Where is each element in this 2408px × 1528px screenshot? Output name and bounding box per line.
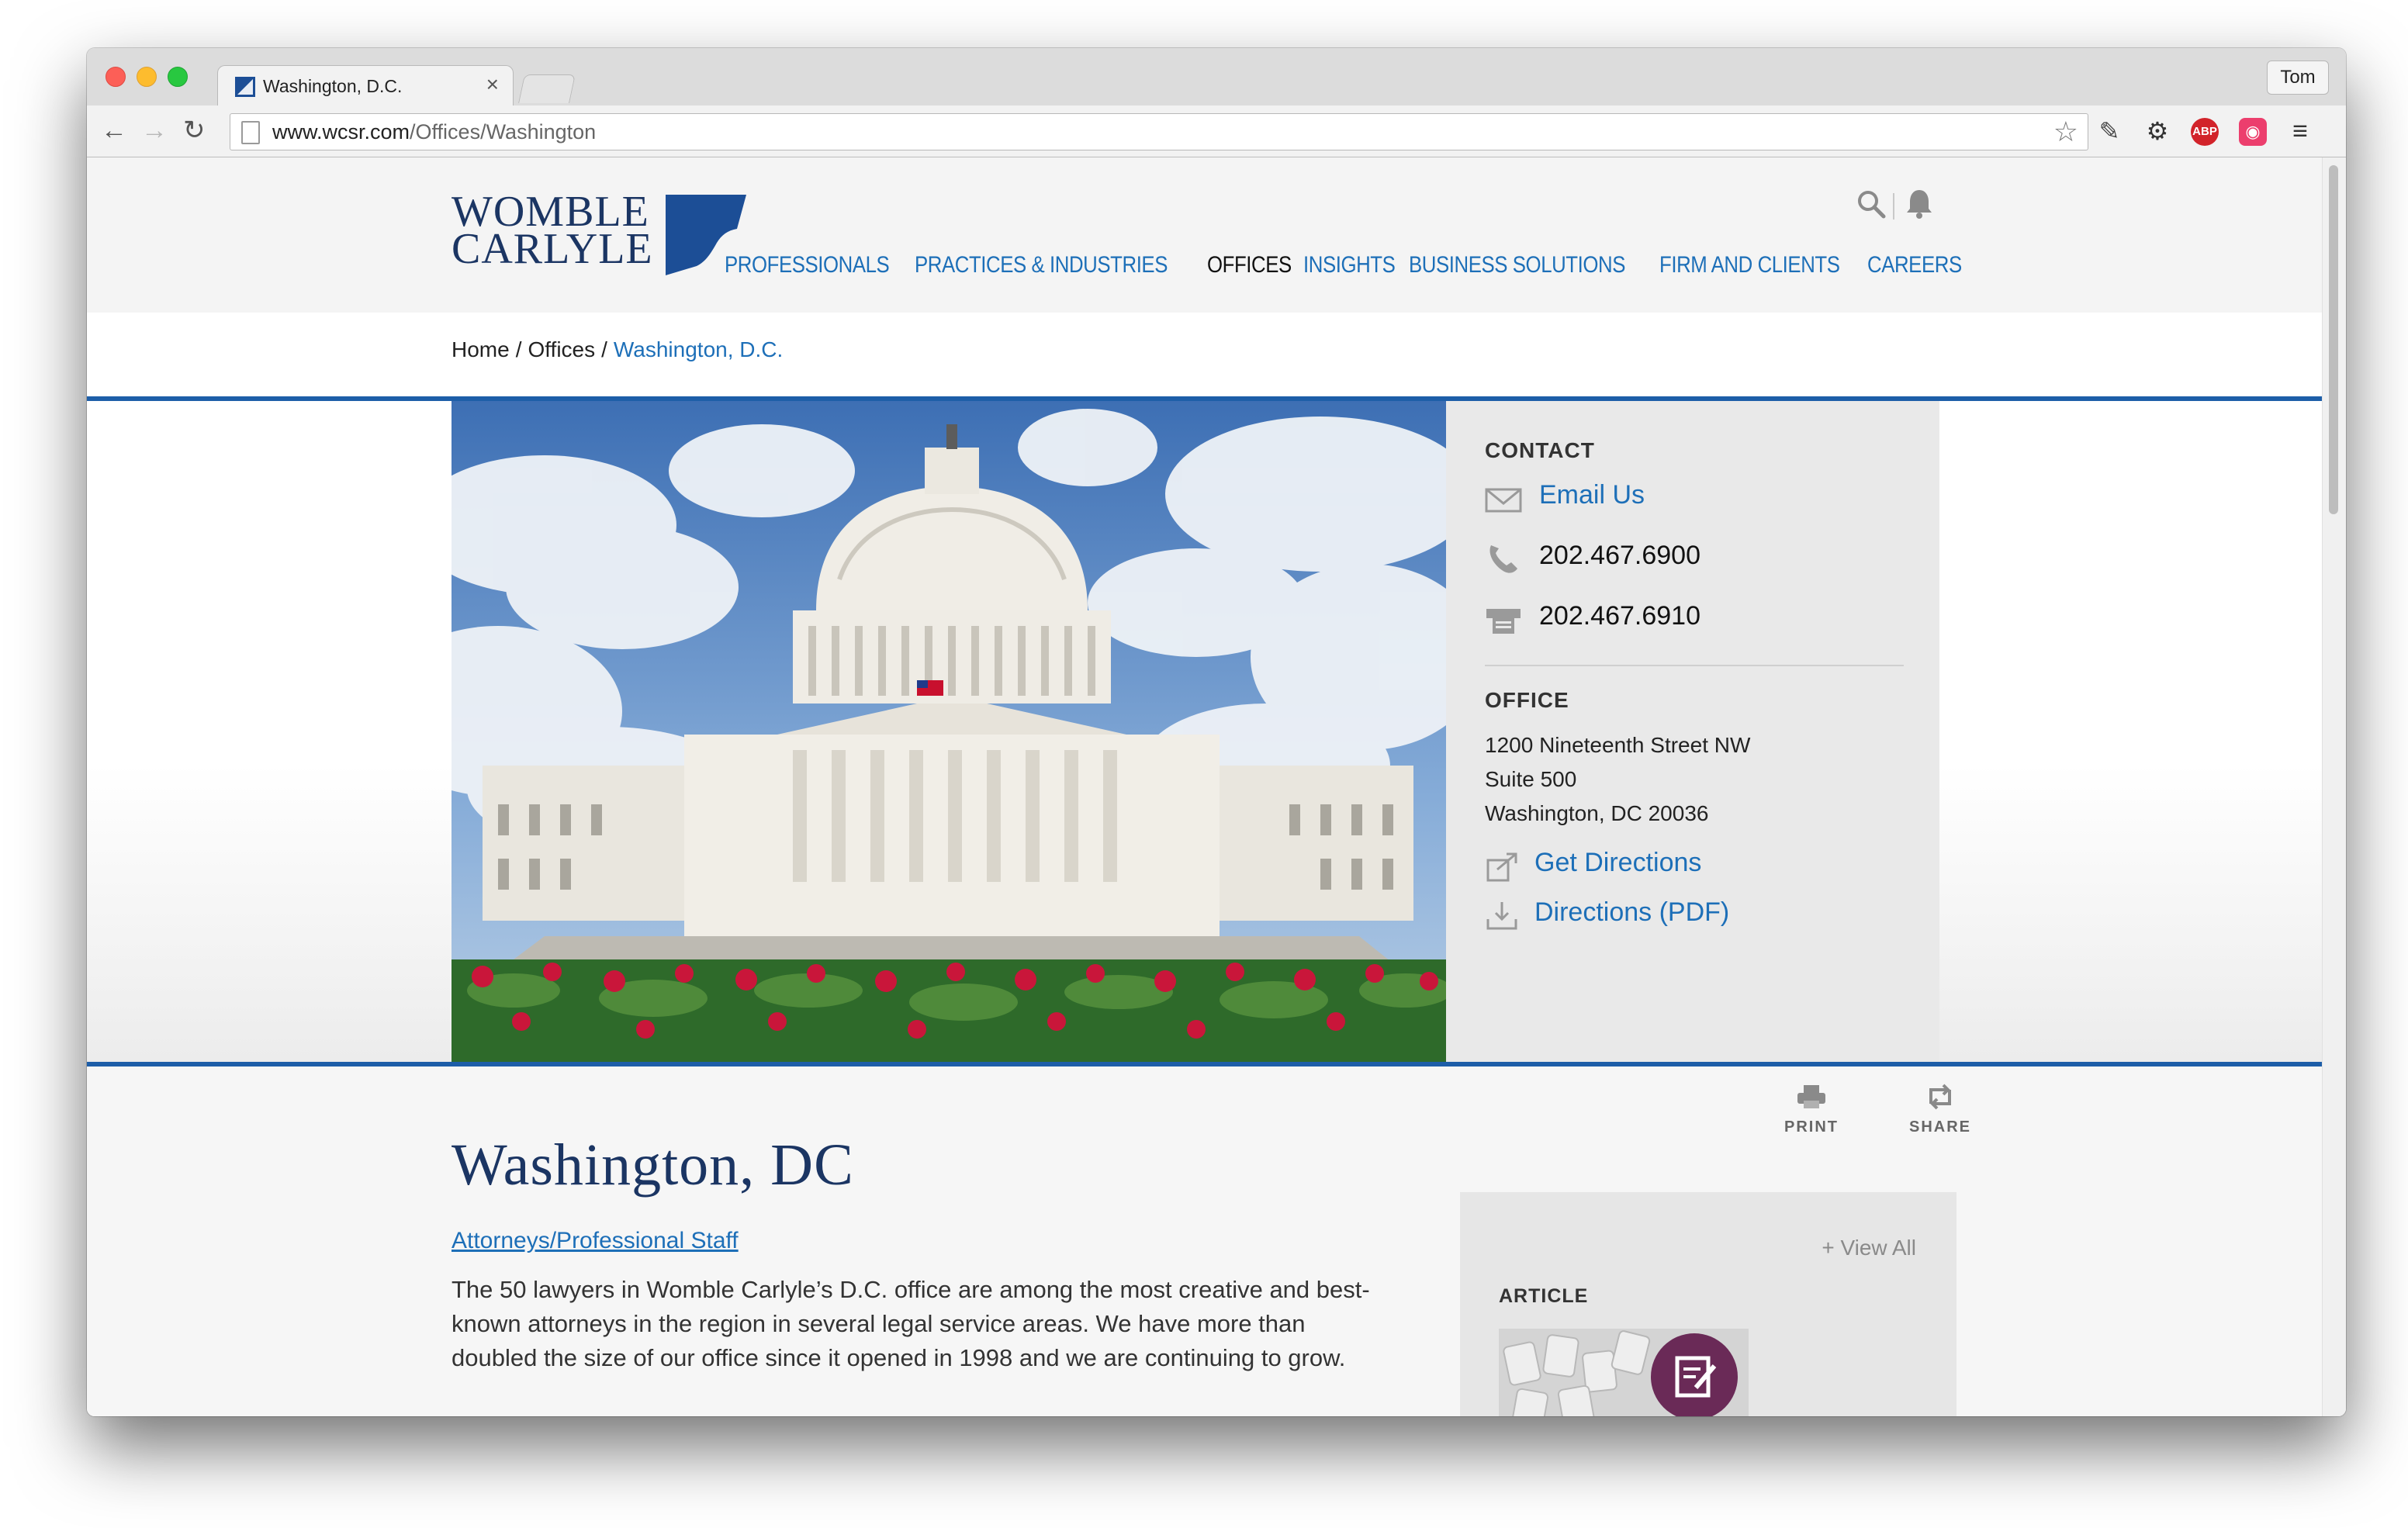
logo-line2: CARLYLE xyxy=(452,225,653,273)
logo-wordmark: WOMBLE CARLYLE xyxy=(452,190,653,273)
phone-icon xyxy=(1489,545,1517,573)
article-heading: ARTICLE xyxy=(1499,1285,1589,1307)
office-heading: OFFICE xyxy=(1485,688,1569,712)
header-icon-divider xyxy=(1893,193,1894,220)
address-line2: Suite 500 xyxy=(1485,767,1577,791)
eyedropper-icon[interactable]: ✎ xyxy=(2096,118,2123,144)
download-icon xyxy=(1486,902,1517,930)
print-tool[interactable]: PRINT xyxy=(1777,1084,1846,1136)
page-icon xyxy=(241,121,260,144)
attorneys-staff-link[interactable]: Attorneys/Professional Staff xyxy=(452,1228,739,1254)
browser-tab[interactable]: Washington, D.C. × xyxy=(217,65,514,106)
view-all-link[interactable]: + View All xyxy=(1822,1236,1916,1260)
breadcrumb-home[interactable]: Home xyxy=(452,337,510,361)
email-us-link[interactable]: Email Us xyxy=(1539,480,1645,510)
edit-document-icon xyxy=(1675,1356,1717,1398)
logo[interactable]: WOMBLE CARLYLE xyxy=(452,190,746,278)
favicon-icon xyxy=(235,77,255,97)
forward-arrow-icon[interactable]: → xyxy=(141,115,168,146)
tab-title: Washington, D.C. xyxy=(263,76,403,96)
share-tool[interactable]: SHARE xyxy=(1905,1084,1975,1136)
breadcrumb-bar: Home / Offices / Washington, D.C. xyxy=(87,313,2323,396)
capitol-photo xyxy=(452,401,1446,1062)
menu-icon[interactable]: ≡ xyxy=(2287,118,2313,144)
bookmark-star-icon[interactable]: ☆ xyxy=(2053,116,2078,148)
main-nav: PROFESSIONALS PRACTICES & INDUSTRIES OFF… xyxy=(725,252,1962,291)
tab-strip: Washington, D.C. × Tom xyxy=(87,48,2346,106)
profile-button[interactable]: Tom xyxy=(2267,60,2329,95)
breadcrumb-current: Washington, D.C. xyxy=(613,337,784,361)
share-label: SHARE xyxy=(1908,1118,1971,1136)
related-content-card: + View All ARTICLE xyxy=(1460,1192,1956,1416)
nav-careers[interactable]: CAREERS xyxy=(1867,252,1962,291)
directions-pdf-link[interactable]: Directions (PDF) xyxy=(1534,897,1729,928)
url-text[interactable]: www.wcsr.com/Offices/Washington xyxy=(272,120,596,144)
gear-icon[interactable]: ⚙ xyxy=(2144,118,2171,144)
breadcrumb-separator: / xyxy=(601,337,607,361)
nav-insights[interactable]: INSIGHTS xyxy=(1303,252,1396,291)
browser-window: Washington, D.C. × Tom ← → ↻ www.wcsr.co… xyxy=(87,48,2346,1416)
phone-number: 202.467.6900 xyxy=(1539,541,1700,570)
reload-icon[interactable]: ↻ xyxy=(183,115,206,146)
close-window-button[interactable] xyxy=(106,67,126,87)
page-scrollbar[interactable] xyxy=(2322,157,2346,1416)
breadcrumb-separator: / xyxy=(515,337,522,361)
contact-panel: CONTACT Email Us 202.467.6900 202.467.69… xyxy=(1446,401,1939,1062)
fax-icon xyxy=(1486,609,1521,634)
back-arrow-icon[interactable]: ← xyxy=(101,115,127,146)
site-header: WOMBLE CARLYLE PROFESSIONALS PRACTICES &… xyxy=(87,157,2323,313)
nav-offices[interactable]: OFFICES xyxy=(1207,252,1292,291)
nav-practices-industries[interactable]: PRACTICES & INDUSTRIES xyxy=(915,252,1168,291)
get-directions-link[interactable]: Get Directions xyxy=(1534,848,1701,878)
nav-business-solutions[interactable]: BUSINESS SOLUTIONS xyxy=(1409,252,1625,291)
envelope-icon xyxy=(1485,488,1522,513)
printer-icon xyxy=(1797,1085,1825,1108)
bell-icon[interactable] xyxy=(1905,188,1933,220)
zoom-window-button[interactable] xyxy=(168,67,188,87)
page-title: Washington, DC xyxy=(452,1132,854,1198)
share-icon xyxy=(1929,1084,1951,1110)
contact-divider xyxy=(1485,665,1904,666)
address-line1: 1200 Nineteenth Street NW xyxy=(1485,733,1751,757)
article-type-badge xyxy=(1651,1333,1738,1416)
breadcrumb: Home / Offices / Washington, D.C. xyxy=(452,337,783,362)
minimize-window-button[interactable] xyxy=(137,67,157,87)
address-line3: Washington, DC 20036 xyxy=(1485,801,1709,825)
print-label: PRINT xyxy=(1784,1118,1839,1136)
scrollbar-thumb[interactable] xyxy=(2329,165,2338,514)
url-host: www.wcsr.com xyxy=(272,120,410,143)
nav-professionals[interactable]: PROFESSIONALS xyxy=(725,252,890,291)
camera-icon[interactable]: ◉ xyxy=(2239,118,2267,146)
search-icon[interactable] xyxy=(1856,188,1887,220)
url-path: /Offices/Washington xyxy=(410,120,597,143)
external-link-icon xyxy=(1486,852,1517,882)
fax-number: 202.467.6910 xyxy=(1539,601,1700,631)
nav-firm-and-clients[interactable]: FIRM AND CLIENTS xyxy=(1659,252,1840,291)
adblock-icon[interactable]: ABP xyxy=(2191,118,2219,146)
browser-toolbar: ← → ↻ www.wcsr.com/Offices/Washington ☆ … xyxy=(87,105,2346,157)
tab-close-icon[interactable]: × xyxy=(486,72,499,97)
intro-paragraph: The 50 lawyers in Womble Carlyle’s D.C. … xyxy=(452,1276,1370,1371)
breadcrumb-offices[interactable]: Offices xyxy=(528,337,595,361)
address-bar[interactable]: www.wcsr.com/Offices/Washington ☆ xyxy=(230,113,2088,150)
new-tab-button[interactable] xyxy=(518,74,576,103)
page-viewport: WOMBLE CARLYLE PROFESSIONALS PRACTICES &… xyxy=(87,157,2346,1416)
contact-heading: CONTACT xyxy=(1485,438,1595,462)
